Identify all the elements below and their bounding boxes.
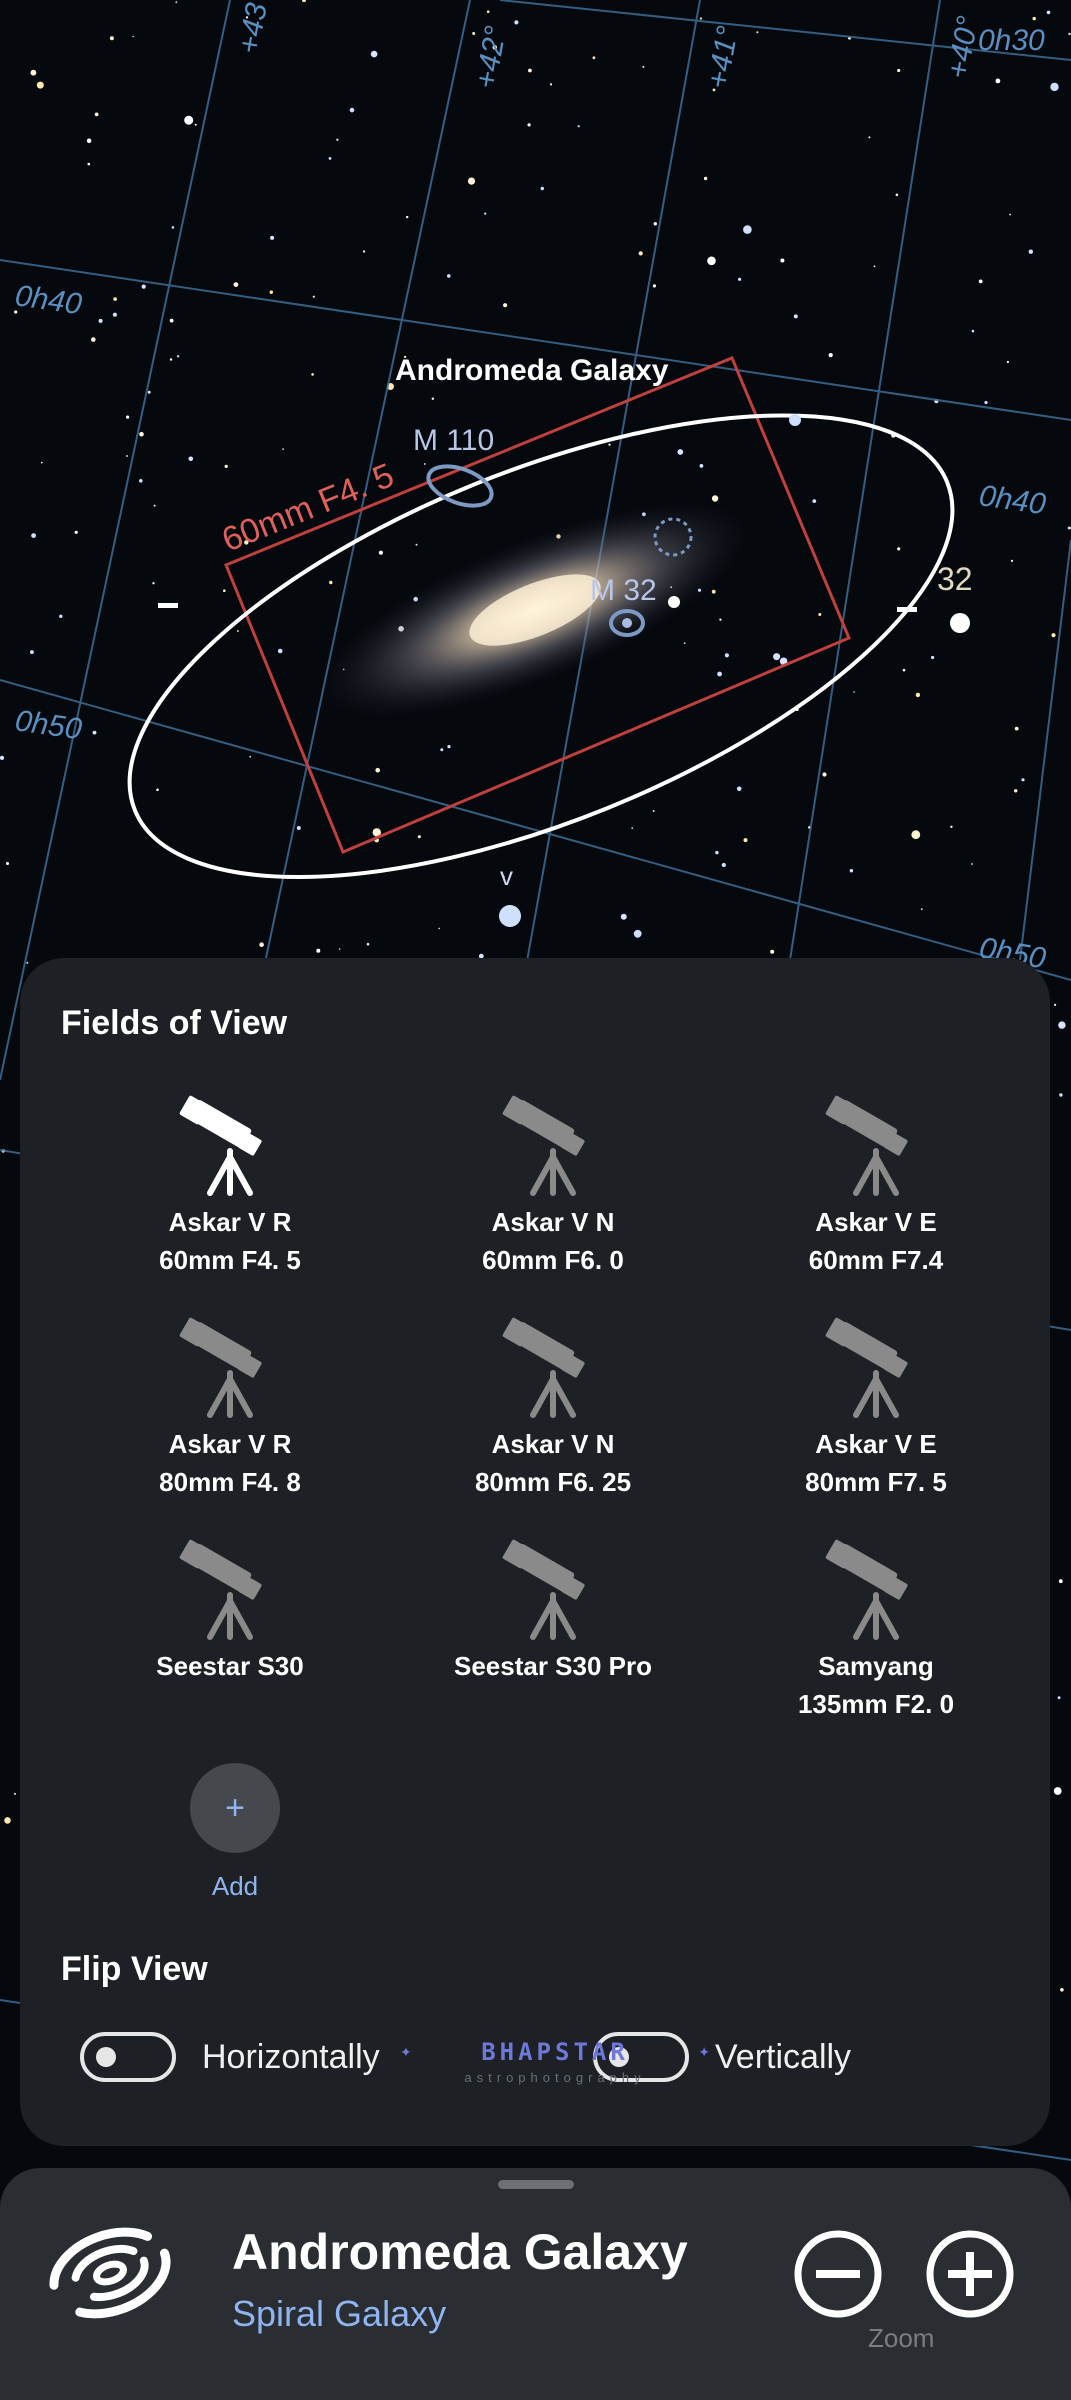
fov-item-spec: 80mm F7. 5 xyxy=(805,1467,947,1497)
add-fov-group: + Add xyxy=(150,1763,320,1902)
flip-view-title: Flip View xyxy=(61,1950,208,1988)
fov-item-name: Seestar S30 Pro xyxy=(453,1651,652,1681)
telescope-icon xyxy=(502,1539,585,1640)
fov-item-spec: 60mm F7.4 xyxy=(808,1245,944,1275)
fov-item-name: Askar V E xyxy=(815,1207,937,1237)
plus-icon: + xyxy=(225,1788,245,1827)
object-type[interactable]: Spiral Galaxy xyxy=(232,2293,446,2335)
fov-item-samyang-135[interactable]: Samyang 135mm F2. 0 xyxy=(726,1537,1026,1723)
fov-item-spec: 80mm F4. 8 xyxy=(159,1467,301,1497)
fov-item-askar-vr-60[interactable]: Askar V R 60mm F4. 5 xyxy=(80,1093,380,1279)
flip-horizontal-toggle[interactable] xyxy=(80,2032,176,2082)
star-nu-label[interactable]: v xyxy=(500,861,513,891)
telescope-icon xyxy=(179,1095,262,1196)
spiral-galaxy-icon xyxy=(49,2227,171,2319)
watermark-brand: BHAPSTAR xyxy=(481,2038,629,2066)
sparkle-icon: ✦ xyxy=(698,2044,710,2060)
ra-label: 0h30 xyxy=(978,24,1045,57)
fov-item-seestar-s30-pro[interactable]: Seestar S30 Pro xyxy=(403,1537,703,1685)
watermark: ✦ BHAPSTAR astrophotography ✦ xyxy=(400,2038,710,2085)
object-info-bar[interactable]: Andromeda Galaxy Spiral Galaxy Zoom xyxy=(0,2168,1071,2400)
zoom-label: Zoom xyxy=(868,2323,935,2353)
fov-item-spec: 80mm F6. 25 xyxy=(474,1467,632,1497)
object-label[interactable]: Andromeda Galaxy xyxy=(395,354,669,387)
fov-item-askar-vn-60[interactable]: Askar V N 60mm F6. 0 xyxy=(403,1093,703,1279)
fov-item-name: Askar V N xyxy=(491,1429,615,1459)
watermark-tagline: astrophotography xyxy=(464,2070,646,2085)
object-name: Andromeda Galaxy xyxy=(232,2224,688,2280)
fov-item-name: Askar V N xyxy=(491,1207,615,1237)
telescope-icon xyxy=(502,1317,585,1418)
fields-of-view-panel: Fields of View Askar V R 60mm F4. 5 Aska… xyxy=(20,958,1050,2146)
drag-handle[interactable] xyxy=(498,2180,574,2189)
m110-label[interactable]: M 110 xyxy=(413,424,494,457)
star-32-label[interactable]: 32 xyxy=(937,561,973,597)
telescope-icon xyxy=(179,1539,262,1640)
telescope-icon xyxy=(179,1317,262,1418)
fov-item-askar-vr-80[interactable]: Askar V R 80mm F4. 8 xyxy=(80,1315,380,1501)
fov-item-askar-ve-60[interactable]: Askar V E 60mm F7.4 xyxy=(726,1093,1026,1279)
m32-label[interactable]: M 32 xyxy=(590,574,657,607)
telescope-icon xyxy=(502,1095,585,1196)
zoom-in-button[interactable] xyxy=(924,2228,1016,2320)
flip-vertical-label[interactable]: Vertically xyxy=(715,2038,851,2077)
fov-item-askar-ve-80[interactable]: Askar V E 80mm F7. 5 xyxy=(726,1315,1026,1501)
telescope-icon xyxy=(825,1539,908,1640)
sparkle-icon: ✦ xyxy=(400,2044,412,2060)
fov-item-name: Askar V R xyxy=(168,1207,292,1237)
fov-item-name: Askar V E xyxy=(815,1429,937,1459)
add-fov-label[interactable]: Add xyxy=(150,1871,320,1902)
toggle-knob xyxy=(96,2047,116,2067)
fov-item-askar-vn-80[interactable]: Askar V N 80mm F6. 25 xyxy=(403,1315,703,1501)
fov-panel-title: Fields of View xyxy=(61,1004,288,1042)
fov-item-seestar-s30[interactable]: Seestar S30 xyxy=(80,1537,380,1685)
flip-horizontal-label[interactable]: Horizontally xyxy=(202,2038,380,2077)
fov-item-spec: 135mm F2. 0 xyxy=(797,1689,955,1719)
telescope-icon xyxy=(825,1095,908,1196)
right-dash-mark xyxy=(897,607,917,612)
fov-item-name: Askar V R xyxy=(168,1429,292,1459)
add-fov-button[interactable]: + xyxy=(190,1763,280,1853)
fov-item-spec: 60mm F6. 0 xyxy=(482,1245,624,1275)
fov-item-name: Seestar S30 xyxy=(156,1651,304,1681)
telescope-icon xyxy=(825,1317,908,1418)
left-dash-mark xyxy=(158,603,178,608)
fov-item-name: Samyang xyxy=(818,1651,934,1681)
zoom-out-button[interactable] xyxy=(792,2228,884,2320)
fov-item-spec: 60mm F4. 5 xyxy=(159,1245,301,1275)
